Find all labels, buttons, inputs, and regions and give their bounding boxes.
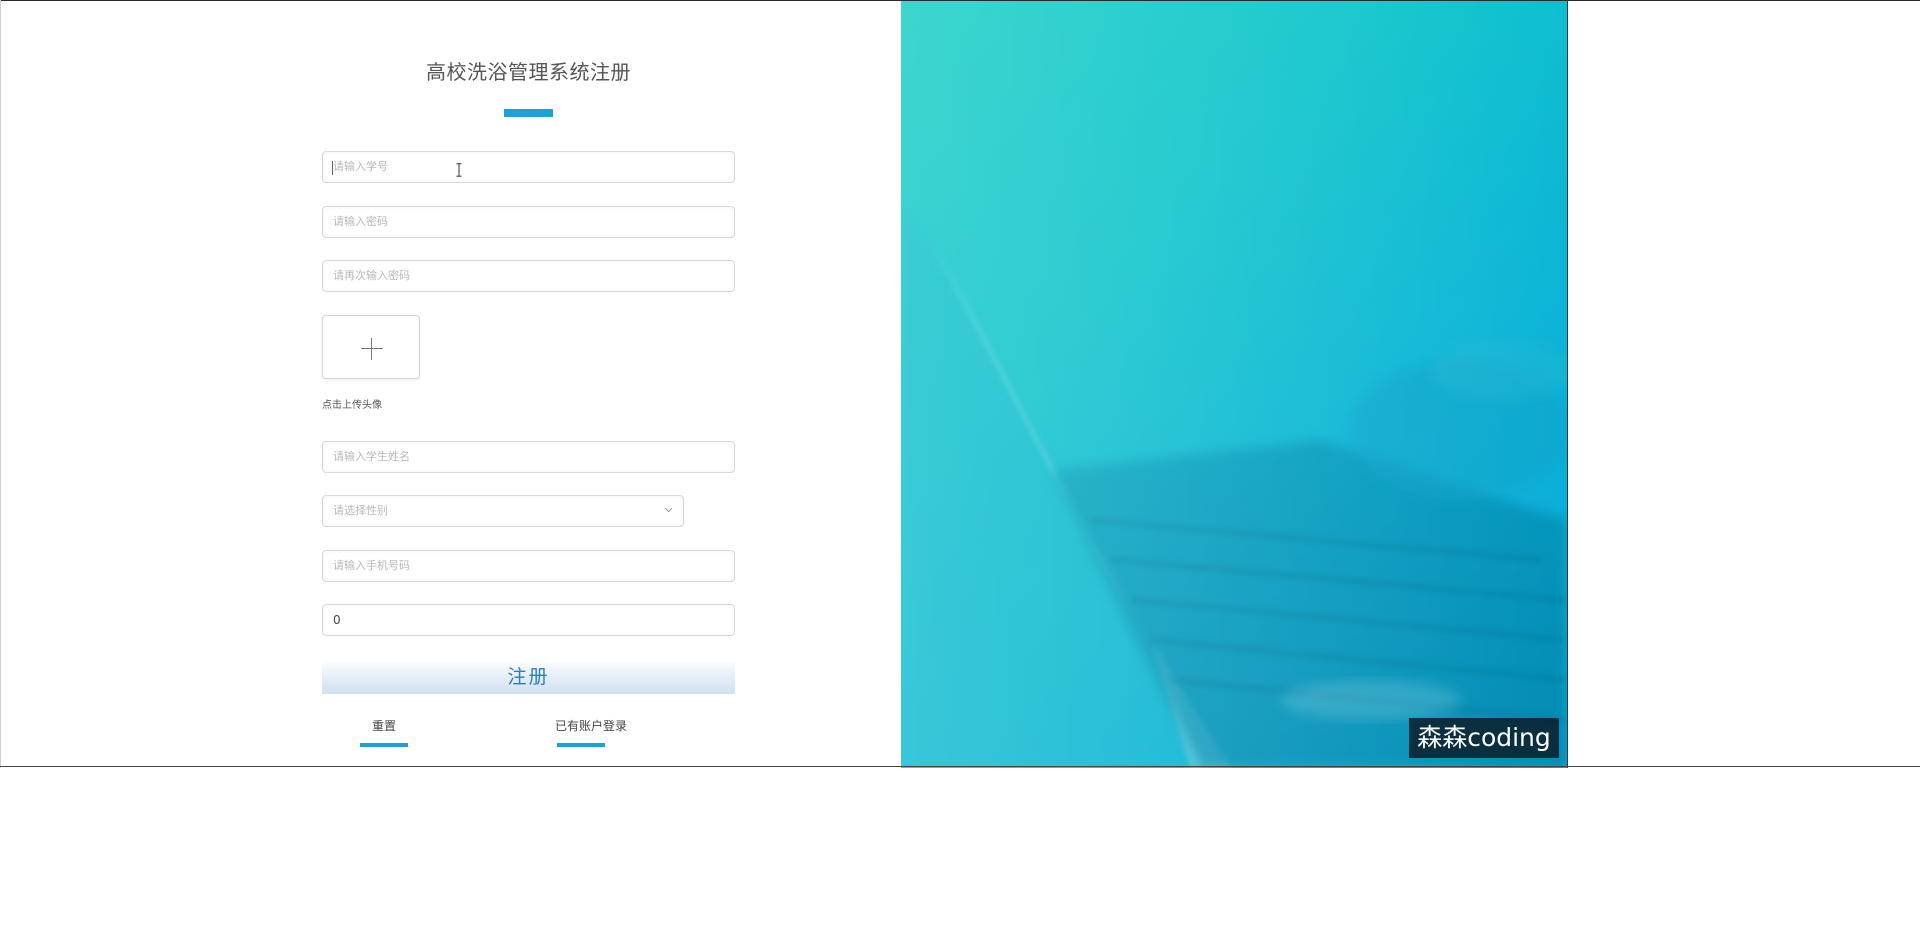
avatar-upload-hint: 点击上传头像 <box>322 400 382 411</box>
gender-select[interactable]: 请选择性别 <box>322 495 684 527</box>
frame-border-bottom <box>0 766 1920 767</box>
phone-input[interactable]: 请输入手机号码 <box>322 550 735 582</box>
student-name-input[interactable]: 请输入学生姓名 <box>322 441 735 473</box>
title-underline <box>504 109 553 117</box>
student-id-placeholder: 请输入学号 <box>333 160 388 173</box>
login-underline <box>557 743 605 747</box>
password-placeholder: 请输入密码 <box>333 215 388 228</box>
student-name-placeholder: 请输入学生姓名 <box>333 450 410 463</box>
laptop-illustration <box>901 0 1567 768</box>
plus-icon-vertical <box>371 338 372 360</box>
reset-button[interactable]: 重置 <box>360 717 408 734</box>
plus-icon-horizontal <box>361 348 383 349</box>
confirm-password-placeholder: 请再次输入密码 <box>333 269 410 282</box>
viewport: 高校洗浴管理系统注册 请输入学号 请输入密码 请再次输入密码 点击上传头像 请输… <box>0 0 1920 939</box>
balance-input[interactable]: 0 <box>322 604 735 636</box>
login-link[interactable]: 已有账户登录 <box>548 717 634 734</box>
page-title: 高校洗浴管理系统注册 <box>426 60 631 84</box>
phone-placeholder: 请输入手机号码 <box>333 559 410 572</box>
registration-page: 高校洗浴管理系统注册 请输入学号 请输入密码 请再次输入密码 点击上传头像 请输… <box>0 0 1920 768</box>
page-margin <box>1568 0 1920 768</box>
confirm-password-input[interactable]: 请再次输入密码 <box>322 260 735 292</box>
reset-underline <box>360 743 408 747</box>
form-panel: 高校洗浴管理系统注册 请输入学号 请输入密码 请再次输入密码 点击上传头像 请输… <box>0 0 901 768</box>
gender-placeholder: 请选择性别 <box>333 504 388 517</box>
register-button[interactable]: 注册 <box>322 660 735 694</box>
password-input[interactable]: 请输入密码 <box>322 206 735 238</box>
frame-border-left <box>0 0 1 768</box>
watermark-label: 森森coding <box>1409 718 1559 758</box>
hero-background-image <box>901 0 1567 768</box>
avatar-upload-button[interactable] <box>322 315 420 379</box>
chevron-down-icon <box>664 507 673 513</box>
balance-value: 0 <box>333 613 341 627</box>
frame-border-right <box>1567 0 1568 768</box>
frame-border-top <box>0 0 1920 1</box>
student-id-input[interactable]: 请输入学号 <box>322 151 735 183</box>
text-cursor-icon <box>456 163 462 177</box>
